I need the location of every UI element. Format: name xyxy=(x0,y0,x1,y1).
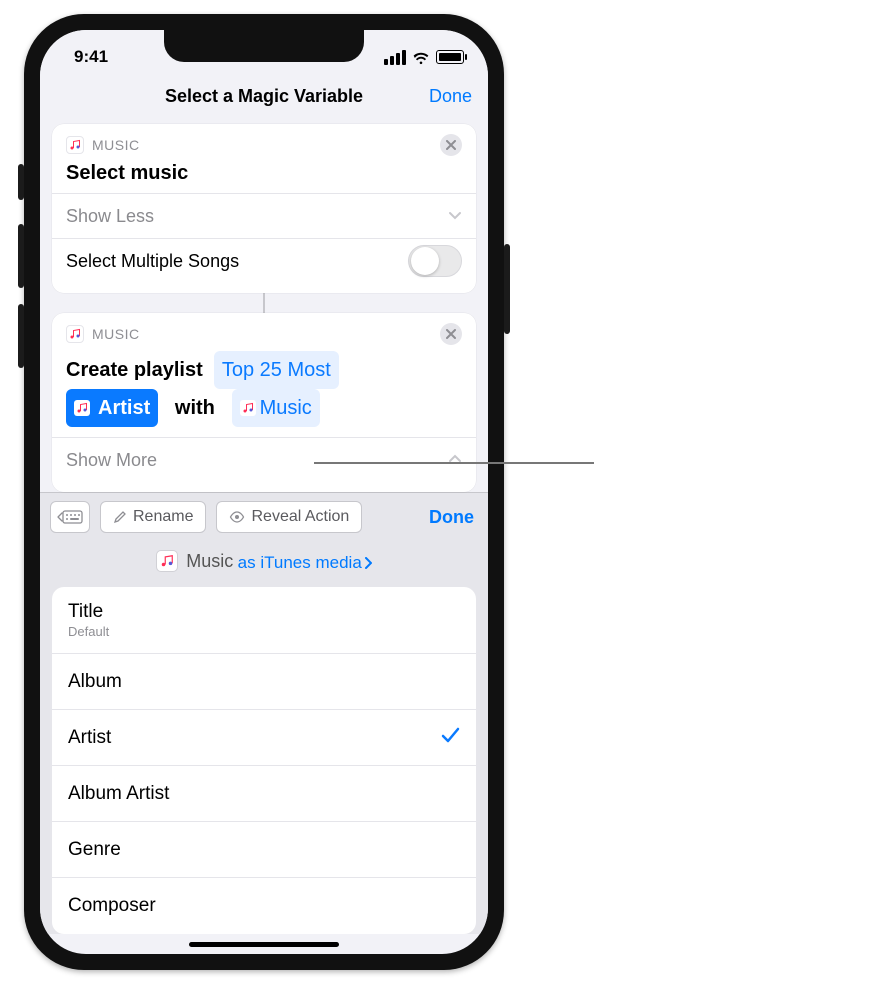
show-more-row[interactable]: Show More xyxy=(66,438,462,482)
chevron-up-icon xyxy=(448,450,462,471)
property-item[interactable]: TitleDefault xyxy=(52,587,476,654)
action-app-label: MUSIC xyxy=(92,137,140,153)
side-button xyxy=(504,244,510,334)
property-item[interactable]: Album Artist xyxy=(52,766,476,822)
action-app-label: MUSIC xyxy=(92,326,140,342)
action-card-select-music: MUSIC Select music Show Less xyxy=(52,124,476,293)
create-playlist-text: Create playlist xyxy=(66,359,203,381)
property-item[interactable]: Album xyxy=(52,654,476,710)
property-label: Album Artist xyxy=(68,783,169,805)
connector-line xyxy=(263,293,265,313)
cellular-signal-icon xyxy=(384,50,406,65)
music-app-icon xyxy=(66,136,84,154)
property-item[interactable]: Composer xyxy=(52,878,476,934)
volume-up-button xyxy=(18,224,24,288)
show-less-row[interactable]: Show Less xyxy=(66,194,462,238)
select-multiple-label: Select Multiple Songs xyxy=(66,251,239,272)
property-label: Composer xyxy=(68,895,156,917)
property-label: Genre xyxy=(68,839,121,861)
artist-variable-token[interactable]: Artist xyxy=(66,389,158,427)
select-multiple-toggle[interactable] xyxy=(408,245,462,277)
reveal-action-label: Reveal Action xyxy=(251,508,349,526)
chevron-right-icon xyxy=(364,557,372,569)
select-multiple-row: Select Multiple Songs xyxy=(66,239,462,283)
music-app-icon xyxy=(240,400,256,416)
action-sentence: Create playlist Top 25 Most Artist with xyxy=(66,351,462,427)
with-text: with xyxy=(175,397,215,419)
property-label: Album xyxy=(68,671,122,693)
status-time: 9:41 xyxy=(74,47,108,67)
rename-label: Rename xyxy=(133,508,193,526)
property-item[interactable]: Artist xyxy=(52,710,476,766)
silence-switch xyxy=(18,164,24,200)
property-item[interactable]: Genre xyxy=(52,822,476,878)
variable-preview: Music as iTunes media xyxy=(40,541,488,587)
variable-type-selector[interactable]: as iTunes media xyxy=(238,553,372,573)
close-icon[interactable] xyxy=(440,323,462,345)
done-button[interactable]: Done xyxy=(429,86,472,107)
notch xyxy=(164,30,364,62)
artist-token-label: Artist xyxy=(98,391,150,425)
variable-name-label: Music xyxy=(186,551,233,572)
close-icon[interactable] xyxy=(440,134,462,156)
property-list: TitleDefault Album Artist Album Artist Genre… xyxy=(52,587,476,934)
music-variable-token[interactable]: Music xyxy=(232,389,320,427)
rename-button[interactable]: Rename xyxy=(100,501,206,533)
variable-type-label: as iTunes media xyxy=(238,553,362,573)
chevron-down-icon xyxy=(448,206,462,227)
property-label: Artist xyxy=(68,727,111,749)
toolbar-done-button[interactable]: Done xyxy=(429,507,478,528)
pencil-icon xyxy=(113,510,127,524)
nav-bar: Select a Magic Variable Done xyxy=(40,74,488,118)
action-card-create-playlist: MUSIC Create playlist Top 25 Most xyxy=(52,313,476,492)
wifi-icon xyxy=(412,50,430,64)
variable-toolbar: Rename Reveal Action Done xyxy=(40,493,488,541)
screen: 9:41 Select a Magic Variable Done xyxy=(40,30,488,954)
reveal-action-button[interactable]: Reveal Action xyxy=(216,501,362,533)
property-sublabel: Default xyxy=(68,624,109,639)
action-title: Select music xyxy=(66,162,462,185)
music-app-icon xyxy=(156,550,178,572)
music-app-icon xyxy=(74,400,90,416)
property-label: Title xyxy=(68,601,109,623)
page-title: Select a Magic Variable xyxy=(40,86,488,107)
back-keyboard-button[interactable] xyxy=(50,501,90,533)
eye-icon xyxy=(229,510,245,524)
music-token-label: Music xyxy=(260,391,312,425)
iphone-frame: 9:41 Select a Magic Variable Done xyxy=(24,14,504,970)
callout-line xyxy=(314,462,594,464)
show-less-label: Show Less xyxy=(66,206,154,227)
volume-down-button xyxy=(18,304,24,368)
playlist-name-token[interactable]: Top 25 Most xyxy=(214,351,339,389)
checkmark-icon xyxy=(440,725,460,751)
show-more-label: Show More xyxy=(66,450,157,471)
music-app-icon xyxy=(66,325,84,343)
battery-icon xyxy=(436,50,464,64)
home-indicator[interactable] xyxy=(189,942,339,947)
